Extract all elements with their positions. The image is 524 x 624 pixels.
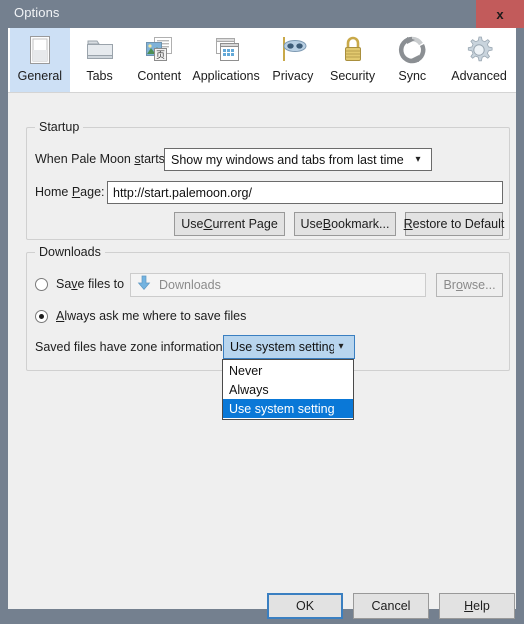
startup-behavior-select[interactable]: Show my windows and tabs from last time … — [164, 148, 432, 171]
client-area: General Tabs 页 Content Applications Priv… — [8, 28, 516, 619]
zone-information-select[interactable]: Use system setting ▾ — [223, 335, 355, 359]
zone-information-dropdown[interactable]: Never Always Use system setting — [222, 359, 354, 420]
folder-tabs-icon — [83, 33, 117, 67]
browse-button[interactable]: Br o wse... — [436, 273, 503, 297]
dropdown-option-never[interactable]: Never — [223, 361, 353, 380]
always-ask-label: Always ask me where to save files — [56, 309, 247, 323]
content-image-icon: 页 — [142, 33, 176, 67]
dropdown-option-always[interactable]: Always — [223, 380, 353, 399]
cancel-button[interactable]: Cancel — [353, 593, 429, 619]
zone-information-label: Saved files have zone information: — [35, 340, 227, 354]
help-button[interactable]: Help — [439, 593, 515, 619]
tab-general[interactable]: General — [10, 28, 70, 92]
always-ask-radio[interactable] — [35, 309, 48, 323]
download-folder-display: Downloads — [130, 273, 426, 297]
tab-label: General — [17, 69, 63, 83]
chevron-down-icon: ▾ — [338, 341, 344, 352]
home-page-input[interactable] — [107, 181, 503, 204]
tab-applications[interactable]: Applications — [189, 28, 263, 92]
tab-label: Security — [329, 69, 376, 83]
startup-behavior-value: Show my windows and tabs from last time — [171, 152, 404, 167]
tab-label: Content — [137, 69, 182, 83]
tab-label: Privacy — [272, 69, 314, 83]
tab-sync[interactable]: Sync — [382, 28, 442, 92]
sync-arrows-icon — [395, 33, 429, 67]
save-files-to-radio[interactable] — [35, 277, 48, 291]
security-lock-icon — [336, 33, 370, 67]
restore-to-default-button[interactable]: Restore to Default — [404, 212, 504, 236]
tab-strip: General Tabs 页 Content Applications Priv… — [8, 28, 516, 93]
downloads-group: Downloads Save files to Downloads Br o wse… — [26, 245, 510, 371]
use-current-page-button[interactable]: Use Current Page — [174, 212, 285, 236]
tab-label: Applications — [192, 69, 260, 83]
home-page-label: Home Page: — [35, 185, 105, 199]
startup-group-label: Startup — [35, 120, 84, 134]
svg-text:页: 页 — [156, 50, 165, 61]
title-bar: Options x — [0, 0, 524, 28]
save-files-to-radio-row[interactable]: Save files to — [35, 277, 124, 291]
tab-tabs[interactable]: Tabs — [70, 28, 130, 92]
document-page-icon — [23, 33, 57, 67]
tab-security[interactable]: Security — [323, 28, 383, 92]
downloads-group-label: Downloads — [35, 245, 105, 259]
advanced-gear-icon — [462, 33, 496, 67]
download-folder-label: Downloads — [159, 278, 221, 292]
dropdown-option-use-system-setting[interactable]: Use system setting — [223, 399, 353, 418]
use-bookmark-button[interactable]: Use Bookmark... — [294, 212, 396, 236]
window-title: Options — [14, 5, 60, 20]
startup-group: Startup When Pale Moon starts: Show my w… — [26, 120, 510, 240]
ok-button[interactable]: OK — [267, 593, 343, 619]
save-files-to-label: Save files to — [56, 277, 125, 291]
when-starts-label: When Pale Moon starts: — [35, 152, 169, 166]
applications-icon — [209, 33, 243, 67]
tab-advanced[interactable]: Advanced — [442, 28, 516, 92]
zone-information-value: Use system setting — [230, 340, 334, 354]
tab-label: Advanced — [451, 69, 507, 83]
options-window: Options x General Tabs 页 Content Applica… — [0, 0, 524, 619]
tab-label: Tabs — [86, 69, 113, 83]
always-ask-radio-row[interactable]: Always ask me where to save files — [35, 309, 246, 323]
chevron-down-icon: ▾ — [415, 153, 421, 165]
tab-content[interactable]: 页 Content — [129, 28, 189, 92]
dialog-button-bar: OK Cancel Help — [8, 588, 516, 624]
privacy-mask-icon — [276, 33, 310, 67]
download-arrow-icon — [137, 275, 151, 296]
tab-privacy[interactable]: Privacy — [263, 28, 323, 92]
tab-label: Sync — [398, 69, 427, 83]
close-icon[interactable]: x — [476, 0, 524, 28]
